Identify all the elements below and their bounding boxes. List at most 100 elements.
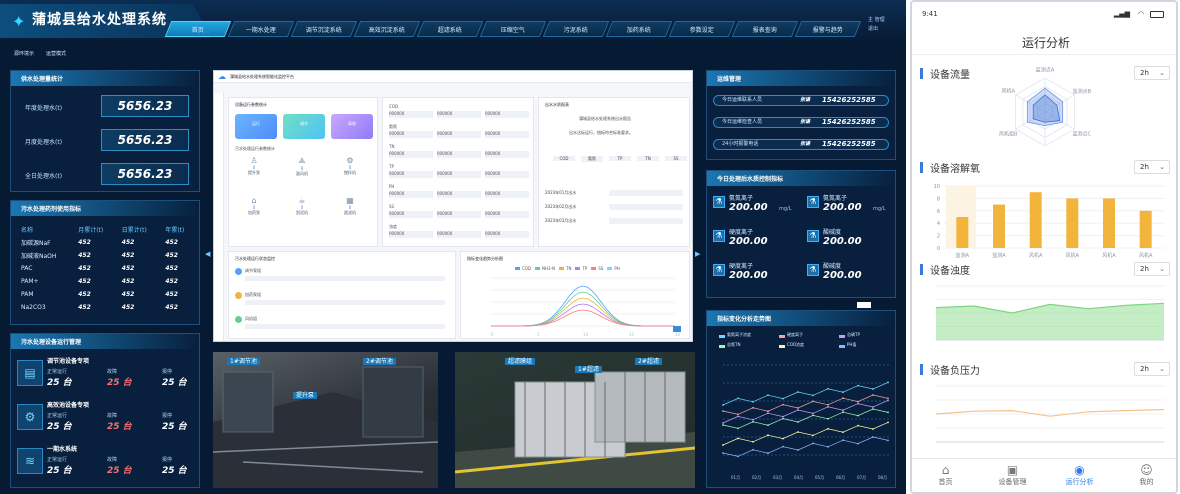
nav-tab[interactable]: 污泥系统 [542, 21, 610, 37]
nav-tab[interactable]: 一期水处理 [227, 21, 295, 37]
quality-name: 硬度离子 [729, 263, 754, 270]
nav-tab[interactable]: 压缩空气 [479, 21, 547, 37]
nav-tab[interactable]: 超滤系统 [416, 21, 484, 37]
scene-label[interactable]: 2#超滤 [635, 358, 662, 365]
screen-trend-chart: 0 5 10 15 20 [491, 277, 681, 337]
device-icon: ▣ [1006, 463, 1019, 477]
nav-tab[interactable]: 报表查询 [731, 21, 799, 37]
nav-tab[interactable]: 加药系统 [605, 21, 673, 37]
user-name[interactable]: 主 管理 [868, 16, 885, 25]
right-scroll-arrow[interactable]: ▶ [695, 250, 700, 258]
scene-label[interactable]: 2#调节池 [363, 358, 396, 365]
scene-label[interactable]: 超滤膜组 [505, 358, 536, 365]
contact-phone[interactable]: 15426252585 [822, 118, 876, 127]
trend-series-line [722, 436, 889, 457]
param-cell-value: 000000 [485, 171, 501, 176]
table-cell: 452 [78, 278, 91, 285]
scene-3d-left: 1#调节池 提升泵 2#调节池 [213, 352, 438, 488]
device-tile[interactable]: ⚙ 0 搅拌机 [325, 156, 375, 176]
range-select[interactable]: 2h ⌄ [1134, 362, 1170, 376]
stat-label: 报停 [162, 369, 173, 375]
nav-tabs: 首页 一期水处理 调节沉淀系统 高效沉淀系统 超滤系统 压缩空气 污泥系统 加药系统 参数设定 报… [164, 21, 862, 37]
device-tile[interactable]: ♙ 0 提升泵 [229, 156, 279, 176]
nav-profile[interactable]: ☺ 我的 [1113, 459, 1176, 492]
x-tick-label: 监测A [956, 252, 970, 259]
param-cell: 000000 [437, 191, 481, 198]
nav-tab[interactable]: 报警与趋势 [794, 21, 862, 37]
range-select[interactable]: 2h ⌄ [1134, 160, 1170, 174]
radar-label: 风机组 [1037, 152, 1052, 153]
device-tile[interactable]: ☕ 0 刮泥机 [277, 196, 327, 216]
stat-label: 报停 [162, 457, 173, 463]
device-label: 加药泵 [248, 210, 260, 215]
contact-label: 今日运维检查人员 [722, 119, 763, 125]
contact-phone[interactable]: 15426252585 [822, 140, 876, 149]
param-cell: 000000 [437, 151, 481, 158]
line-chart [935, 385, 1165, 443]
nav-tab[interactable]: 首页 [164, 21, 232, 37]
range-select-value: 2h [1140, 365, 1149, 373]
report-row: 2023年01月出水 [545, 190, 577, 195]
nav-tab[interactable]: 调节沉淀系统 [290, 21, 358, 37]
mgr-panel-title: 运维管理 [707, 71, 895, 86]
legend-label: COD浓度 [787, 342, 805, 347]
nav-tab[interactable]: 参数设定 [668, 21, 736, 37]
param-cell: 000000 [485, 191, 529, 198]
nav-tab[interactable]: 高效沉淀系统 [353, 21, 421, 37]
header: ✦ 蒲城县给水处理系统 首页 一期水处理 调节沉淀系统 高效沉淀系统 超滤系统 压缩空气 污… [0, 0, 906, 44]
param-cell: 000000 [485, 131, 529, 138]
tile-efficient[interactable]: 高效 [331, 114, 373, 139]
scene-label[interactable]: 1#调节池 [227, 358, 260, 365]
param-cell-value: 000000 [437, 171, 453, 176]
sub-tab-mode[interactable]: 运营模式 [46, 50, 66, 57]
device-tile[interactable]: ⌂ 0 加药泵 [229, 196, 279, 216]
param-cell-value: 000000 [437, 151, 453, 156]
chat-icon[interactable] [673, 326, 681, 332]
param-row: 000000 000000 000000 [389, 191, 533, 198]
radar-label: 风机组B [999, 130, 1018, 137]
report-row: 2023年03月出水 [545, 218, 577, 223]
dashboard: ✦ 蒲城县给水处理系统 首页 一期水处理 调节沉淀系统 高效沉淀系统 超滤系统 压缩空气污… [0, 0, 906, 494]
nav-devices[interactable]: ▣ 设备管理 [979, 459, 1046, 492]
sub-tabs: 源环境示 运营模式 [14, 50, 66, 57]
nav-analysis[interactable]: ◉ 运行分析 [1046, 459, 1113, 492]
card-status-title: 污水处理运行状态监控 [235, 256, 275, 261]
x-tick-label: 监测A [992, 252, 1006, 259]
table-cell: 452 [121, 252, 135, 259]
legend-swatch [779, 335, 785, 338]
stat-label: 报停 [162, 413, 173, 419]
device-icon: ⌂ [251, 196, 257, 205]
y-tick-label: 2 [937, 234, 940, 240]
left-scroll-arrow[interactable]: ◀ [205, 250, 210, 258]
contact-phone[interactable]: 15426252585 [822, 96, 876, 105]
section-marker [920, 364, 923, 375]
range-select[interactable]: 2h ⌄ [1134, 262, 1170, 276]
section-pressure: 设备负压力 2h ⌄ [920, 362, 1170, 452]
x-tick-label: 07月 [857, 475, 866, 480]
bar [1029, 192, 1042, 248]
section-marker [920, 264, 923, 275]
logout-link[interactable]: 退出 [868, 25, 885, 34]
water-row-label: 月度处理水(t) [25, 139, 63, 146]
contact-name: 张谦 [800, 141, 811, 147]
device-tile[interactable]: ▦ 0 超滤机 [325, 196, 375, 216]
section-title: 设备浊度 [930, 266, 970, 277]
param-label: COD [389, 104, 399, 109]
scene-label[interactable]: 提升泵 [293, 392, 318, 399]
tile-run[interactable]: 运行 [235, 114, 277, 139]
param-cell: 000000 [389, 151, 433, 158]
ctrl-row-bar [245, 324, 445, 329]
scene-3d-left-drawing [213, 366, 438, 488]
device-tile[interactable]: ⟁ 0 鼓风机 [277, 156, 327, 177]
table-cell: 452 [165, 304, 178, 311]
nav-home[interactable]: ⌂ 首页 [912, 459, 979, 492]
y-tick-label: 0 [937, 246, 940, 252]
tile-adjust[interactable]: 调节 [283, 114, 325, 139]
scene-label[interactable]: 1#超滤 [575, 366, 602, 373]
legend-label: 氨氮离子浓度 [727, 332, 751, 337]
water-panel: 供水处理量统计 年度处理水(t) 5656.23 月度处理水(t) 5656.2… [10, 70, 200, 192]
sub-tab-env[interactable]: 源环境示 [14, 50, 34, 57]
water-row-label: 年度处理水(t) [25, 105, 63, 112]
equipment-icon: ≋ [17, 448, 43, 474]
legend-swatch [719, 335, 725, 338]
